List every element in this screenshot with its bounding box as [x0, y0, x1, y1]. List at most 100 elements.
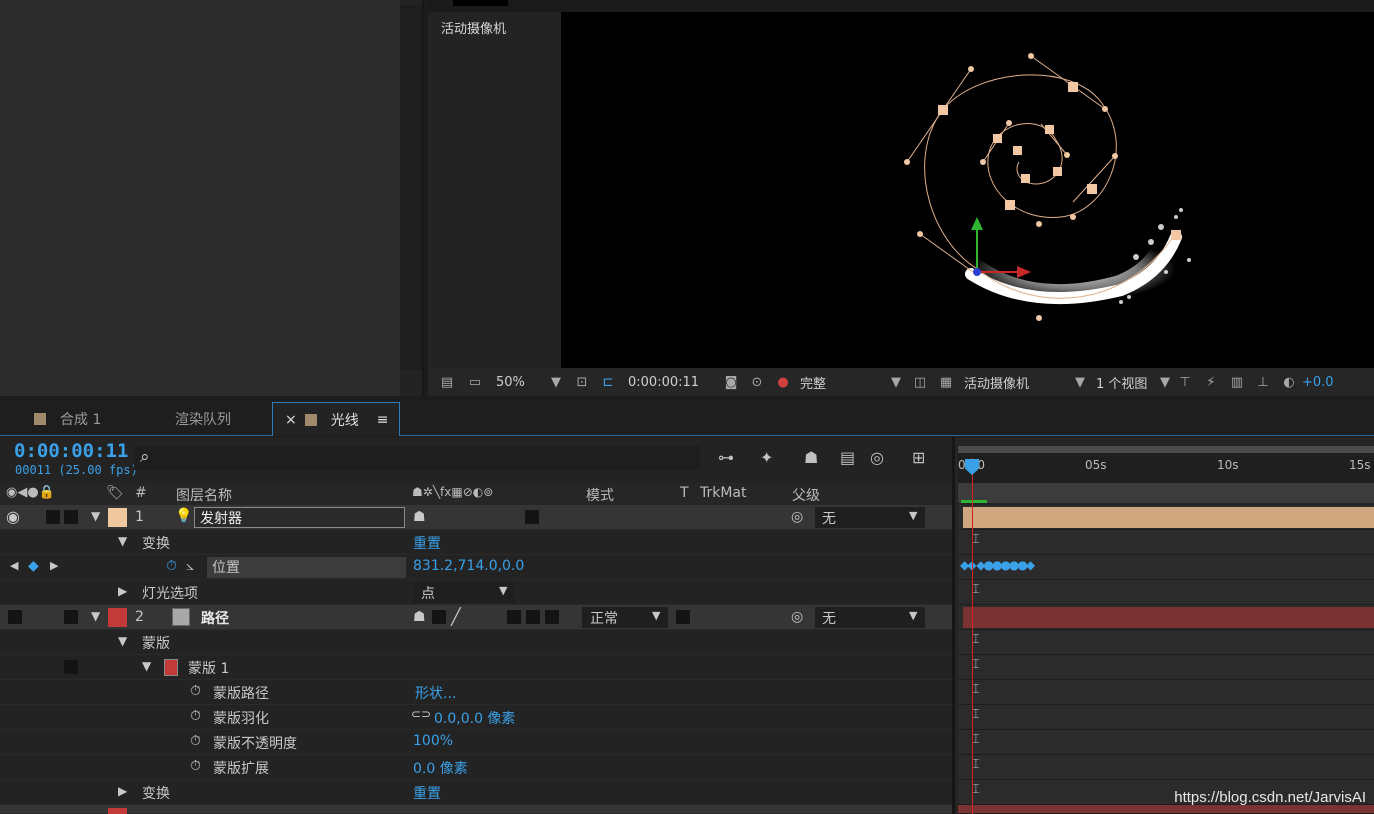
chevron-down-icon[interactable]: ▼ [118, 634, 127, 648]
chevron-down-icon[interactable]: ▼ [1070, 375, 1090, 390]
light-type-select[interactable]: 点 ▼ [413, 582, 515, 603]
mask-shape-link[interactable]: 形状... [415, 683, 456, 703]
time-ruler[interactable]: 0:00 05s 10s 15s [958, 453, 1374, 483]
3d-layer-switch[interactable] [545, 610, 559, 624]
chevron-right-icon[interactable]: ▶ [118, 784, 127, 798]
graph-icon[interactable]: ⦣ [186, 558, 194, 574]
layer-row-path[interactable]: ▼ 2 路径 ☗ ╱ 正常 ▼ ◎ 无 ▼ [0, 605, 952, 630]
region-of-interest-icon[interactable]: ⊡ [568, 375, 596, 390]
chevron-down-icon[interactable]: ▼ [91, 609, 100, 623]
chevron-down-icon[interactable]: ▼ [142, 659, 151, 673]
chevron-down-icon[interactable]: ▼ [91, 509, 100, 523]
exposure-value[interactable]: +0.0 [1302, 375, 1342, 390]
shy-icon[interactable]: ☗ [804, 448, 818, 467]
time-navigator[interactable] [958, 446, 1374, 453]
tab-render-queue[interactable]: 渲染队列 [175, 402, 231, 436]
zoom-select[interactable]: 50% [496, 375, 544, 390]
chevron-down-icon[interactable]: ▼ [544, 375, 568, 390]
fast-previews-icon[interactable]: ⚡ [1198, 375, 1224, 390]
eye-icon[interactable]: ◉ [6, 507, 20, 526]
draft-3d-icon[interactable]: ✦ [760, 448, 773, 467]
position-value[interactable]: 831.2,714.0,0.0 [413, 558, 524, 574]
label-swatch[interactable] [108, 508, 127, 527]
property-mask-path[interactable]: ⏱ 蒙版路径 形状... [0, 680, 952, 705]
stopwatch-icon[interactable]: ⏱ [190, 758, 201, 774]
mask-feather-value[interactable]: 0.0,0.0 像素 [434, 708, 515, 728]
fast-preview-icon[interactable]: ◫ [906, 375, 934, 390]
channel-icon[interactable]: ● [770, 375, 796, 390]
solo-switch[interactable] [46, 510, 60, 524]
property-position[interactable]: ◀ ◆ ▶ ⏱ ⦣ 位置 831.2,714.0,0.0 [0, 555, 952, 580]
chevron-down-icon[interactable]: ▼ [118, 534, 127, 548]
column-layer-name[interactable]: 图层名称 [176, 485, 232, 505]
checkerboard-icon[interactable]: ▦ [934, 375, 958, 390]
shy-switch-icon[interactable]: ☗ [413, 609, 426, 625]
project-panel-scrollbar[interactable] [400, 5, 422, 370]
mask-expansion-value[interactable]: 0.0 像素 [413, 758, 468, 778]
label-swatch[interactable] [108, 608, 127, 627]
layer-row-next[interactable] [0, 805, 952, 814]
close-icon[interactable]: × [285, 412, 297, 428]
property-mask-1[interactable]: ▼ 蒙版 1 [0, 655, 952, 680]
frame-blending-icon[interactable]: ▤ [840, 448, 855, 467]
quality-icon[interactable]: ╱ [451, 607, 461, 626]
adjustment-switch[interactable] [526, 610, 540, 624]
resolution-select[interactable]: 完整 [800, 373, 886, 392]
pickwhip-icon[interactable]: ◎ [791, 509, 803, 525]
layer-name[interactable]: 路径 [201, 608, 229, 628]
parent-select[interactable]: 无 ▼ [815, 607, 925, 628]
snapshot-layers-icon[interactable]: ▤ [432, 375, 462, 390]
blend-mode-select[interactable]: 正常 ▼ [582, 607, 668, 628]
layer-duration-bar[interactable] [963, 607, 1374, 628]
mask-color-swatch[interactable] [164, 659, 178, 676]
motion-blur-icon[interactable]: ◎ [870, 448, 884, 467]
timeline-graph-area[interactable]: 0:00 05s 10s 15s ⌶ ◆◆ ◆●●●●●◆ ⌶ ⌶ ⌶ ⌶ ⌶ … [952, 437, 1374, 814]
mask-lock-switch[interactable] [64, 660, 78, 674]
graph-editor-icon[interactable]: ⊞ [912, 448, 925, 467]
search-input[interactable]: ⌕ [134, 446, 700, 470]
mask-opacity-value[interactable]: 100% [413, 733, 453, 749]
property-mask-opacity[interactable]: ⏱ 蒙版不透明度 100% [0, 730, 952, 755]
comp-mini-flowchart-icon[interactable]: ⊶ [718, 448, 734, 467]
track-matte-select[interactable] [676, 610, 690, 624]
pickwhip-icon[interactable]: ◎ [791, 609, 803, 625]
chevron-right-icon[interactable]: ▶ [118, 584, 127, 598]
tab-comp-1[interactable]: 合成 1 [34, 402, 101, 436]
layer-name-field[interactable]: 发射器 [194, 507, 405, 528]
camera-view-select[interactable]: 活动摄像机 [964, 373, 1070, 392]
reset-link[interactable]: 重置 [413, 533, 441, 553]
stopwatch-icon[interactable]: ⏱ [190, 708, 201, 724]
chevron-down-icon[interactable]: ▼ [886, 375, 906, 390]
monitor-icon[interactable]: ▭ [462, 375, 488, 390]
layer-row-emitter[interactable]: ◉ ▼ 1 💡 发射器 ☗ ◎ 无 ▼ [0, 505, 952, 530]
stopwatch-icon[interactable]: ⏱ [166, 558, 177, 574]
exposure-reset-icon[interactable]: ◐ [1276, 375, 1302, 390]
composition-viewer[interactable] [561, 12, 1374, 368]
stopwatch-icon[interactable]: ⏱ [190, 683, 201, 699]
reset-link[interactable]: 重置 [413, 783, 441, 803]
property-transform[interactable]: ▼ 变换 重置 [0, 530, 952, 555]
property-light-options[interactable]: ▶ 灯光选项 点 ▼ [0, 580, 952, 605]
collapse-switch[interactable] [432, 610, 446, 624]
keyframe-icons[interactable]: ◆◆ ◆●●●●●◆ [960, 558, 1035, 572]
property-transform[interactable]: ▶ 变换 重置 [0, 780, 952, 805]
menu-icon[interactable]: ≡ [377, 412, 389, 428]
camera-icon[interactable]: ◙ [718, 375, 744, 390]
parent-select[interactable]: 无 ▼ [815, 507, 925, 528]
property-masks[interactable]: ▼ 蒙版 [0, 630, 952, 655]
toggle-pixel-aspect-icon[interactable]: ⊤ [1172, 375, 1198, 390]
lock-switch[interactable] [64, 610, 78, 624]
keyframe-icon[interactable]: ◆ [28, 558, 39, 574]
viewer-timecode[interactable]: 0:00:00:11 [628, 375, 718, 390]
shy-switch-icon[interactable]: ☗ [413, 509, 426, 525]
work-area-bar[interactable] [958, 483, 1374, 503]
property-mask-feather[interactable]: ⏱ 蒙版羽化 ⊂⊃ 0.0,0.0 像素 [0, 705, 952, 730]
timeline-icon[interactable]: ▥ [1224, 375, 1250, 390]
video-switch[interactable] [8, 610, 22, 624]
current-time[interactable]: 0:00:00:11 [14, 440, 128, 462]
tab-light[interactable]: × 光线 ≡ [272, 402, 400, 436]
transparency-grid-icon[interactable]: ⊏ [596, 375, 620, 390]
layer-duration-bar[interactable] [963, 507, 1374, 528]
stopwatch-icon[interactable]: ⏱ [190, 733, 201, 749]
motion-blur-switch[interactable] [507, 610, 521, 624]
